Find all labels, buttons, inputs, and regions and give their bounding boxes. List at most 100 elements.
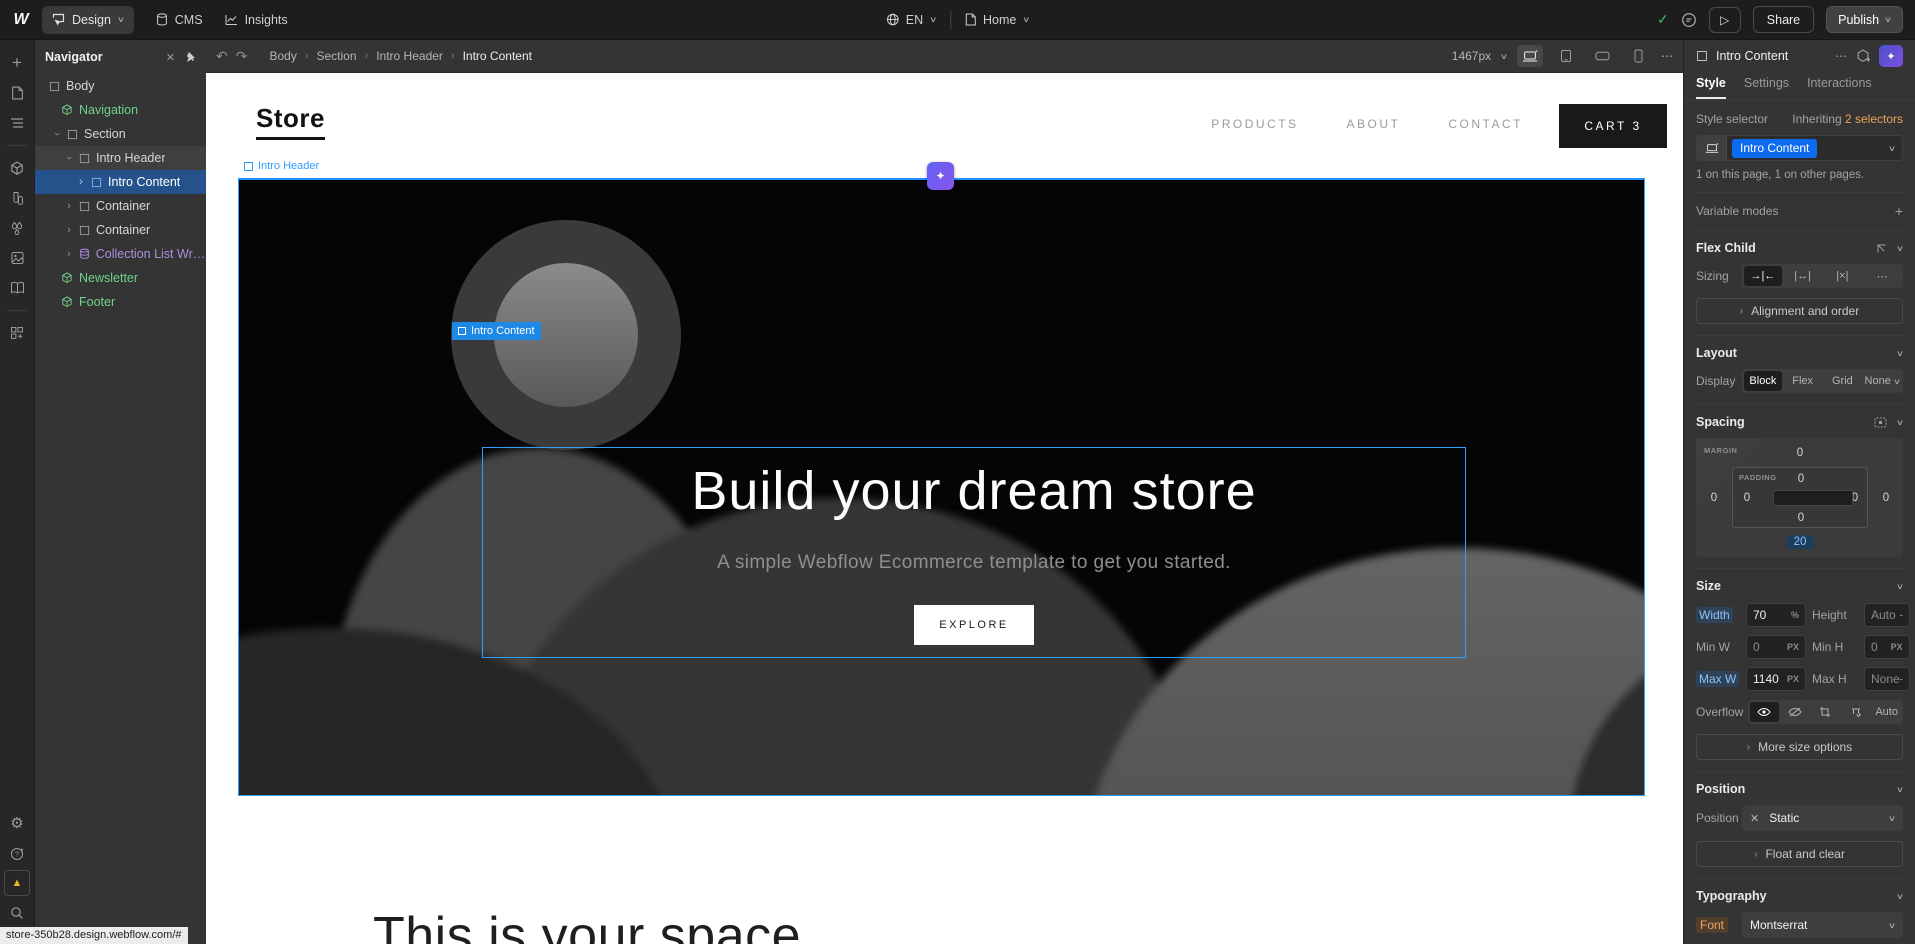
pin-icon[interactable] bbox=[185, 51, 196, 63]
add-elements-icon[interactable]: + bbox=[4, 50, 30, 76]
breadcrumb-body[interactable]: Body bbox=[269, 49, 296, 63]
cms-button[interactable]: CMS bbox=[156, 13, 203, 27]
layout-section-header[interactable]: Layout ∨ bbox=[1696, 346, 1903, 360]
page-selector[interactable]: Home ∨ bbox=[965, 13, 1029, 27]
width-input[interactable]: 70% bbox=[1746, 603, 1806, 627]
preview-button[interactable]: ▷ bbox=[1709, 7, 1741, 33]
navigator-item-intro-content[interactable]: › Intro Content bbox=[35, 170, 206, 194]
chevron-expanded-icon[interactable]: › bbox=[51, 130, 63, 138]
sizing-more-icon[interactable]: ⋯ bbox=[1863, 266, 1901, 286]
sizing-shrink-icon[interactable]: →|← bbox=[1744, 266, 1782, 286]
height-input[interactable]: Auto- bbox=[1864, 603, 1910, 627]
comments-icon[interactable] bbox=[1681, 12, 1697, 28]
overflow-clip-icon[interactable] bbox=[1842, 702, 1871, 722]
overflow-hidden-icon[interactable] bbox=[1781, 702, 1810, 722]
overflow-auto-option[interactable]: Auto bbox=[1872, 702, 1901, 722]
panel-more-icon[interactable]: ⋯ bbox=[1835, 49, 1847, 63]
navigator-item-collection-list[interactable]: › Collection List Wra... bbox=[35, 242, 206, 266]
navigator-item-section[interactable]: › Section bbox=[35, 122, 206, 146]
tab-style[interactable]: Style bbox=[1696, 76, 1726, 99]
assets-icon[interactable] bbox=[4, 245, 30, 271]
undo-icon[interactable]: ↶ bbox=[216, 48, 228, 65]
breakpoint-desktop-icon[interactable]: * bbox=[1517, 45, 1543, 67]
navigator-item-container[interactable]: › Container bbox=[35, 194, 206, 218]
audit-warning-icon[interactable]: ▲ bbox=[4, 870, 30, 896]
navigator-item-container[interactable]: › Container bbox=[35, 218, 206, 242]
alignment-and-order-button[interactable]: ›Alignment and order bbox=[1696, 298, 1903, 324]
breakpoint-phone-icon[interactable] bbox=[1625, 45, 1651, 67]
redo-icon[interactable]: ↷ bbox=[236, 48, 248, 65]
font-dropdown[interactable]: Montserrat ∨ bbox=[1742, 912, 1903, 938]
flex-child-section-header[interactable]: Flex Child ∨ bbox=[1696, 241, 1903, 255]
display-flex-option[interactable]: Flex bbox=[1784, 371, 1822, 391]
breakpoint-phone-landscape-icon[interactable] bbox=[1589, 45, 1615, 67]
more-size-options-button[interactable]: ›More size options bbox=[1696, 734, 1903, 760]
close-icon[interactable]: ✕ bbox=[166, 51, 175, 64]
ai-assistant-button[interactable]: ✦ bbox=[1879, 45, 1903, 67]
intro-header-overlay-label[interactable]: Intro Header bbox=[244, 160, 319, 172]
inherited-selectors-link[interactable]: 2 selectors bbox=[1845, 112, 1903, 126]
class-pill[interactable]: Intro Content bbox=[1732, 139, 1817, 158]
chevron-expanded-icon[interactable]: › bbox=[63, 154, 75, 162]
navigator-item-intro-header[interactable]: › Intro Header bbox=[35, 146, 206, 170]
display-grid-option[interactable]: Grid bbox=[1824, 371, 1862, 391]
insights-button[interactable]: Insights bbox=[225, 13, 288, 27]
site-logo[interactable]: Store bbox=[256, 103, 325, 140]
chevron-collapsed-icon[interactable]: › bbox=[65, 200, 73, 212]
spacing-diagram[interactable]: MARGIN 0 0 0 20 PADDING 0 0 0 0 bbox=[1696, 438, 1903, 557]
max-width-input[interactable]: 1140PX bbox=[1746, 667, 1806, 691]
tab-settings[interactable]: Settings bbox=[1744, 76, 1789, 99]
spacing-settings-icon[interactable] bbox=[1874, 417, 1887, 428]
canvas-more-icon[interactable]: ⋯ bbox=[1661, 49, 1673, 63]
design-mode-button[interactable]: Design ∨ bbox=[42, 6, 134, 34]
navigator-item-newsletter[interactable]: Newsletter bbox=[35, 266, 206, 290]
position-dropdown[interactable]: ✕ Static ∨ bbox=[1742, 805, 1903, 831]
navigator-icon[interactable] bbox=[4, 110, 30, 136]
search-icon[interactable] bbox=[4, 900, 30, 926]
add-variable-mode-icon[interactable]: + bbox=[1895, 203, 1903, 219]
intro-content-overlay-badge[interactable]: Intro Content bbox=[452, 322, 541, 340]
breadcrumb-section[interactable]: Section bbox=[317, 49, 357, 63]
viewport-width-value[interactable]: 1467px bbox=[1452, 49, 1491, 63]
components-icon[interactable] bbox=[4, 155, 30, 181]
create-component-icon[interactable] bbox=[1856, 49, 1870, 63]
hero-section[interactable]: Build your dream store A simple Webflow … bbox=[238, 178, 1645, 796]
navigator-item-footer[interactable]: Footer bbox=[35, 290, 206, 314]
apps-icon[interactable] bbox=[4, 320, 30, 346]
sizing-grow-icon[interactable]: |↔| bbox=[1784, 266, 1822, 286]
chevron-collapsed-icon[interactable]: › bbox=[77, 176, 85, 188]
nav-link-contact[interactable]: CONTACT bbox=[1448, 117, 1523, 131]
breadcrumb-intro-content[interactable]: Intro Content bbox=[463, 49, 532, 63]
padding-bottom-value[interactable]: 0 bbox=[1798, 512, 1804, 524]
language-selector[interactable]: EN ∨ bbox=[886, 13, 936, 27]
margin-bottom-value[interactable]: 20 bbox=[1787, 535, 1814, 549]
min-height-input[interactable]: 0PX bbox=[1864, 635, 1910, 659]
padding-left-value[interactable]: 0 bbox=[1744, 492, 1750, 504]
help-icon[interactable]: ? bbox=[4, 840, 30, 866]
breadcrumb-intro-header[interactable]: Intro Header bbox=[376, 49, 443, 63]
navigator-item-navigation[interactable]: Navigation bbox=[35, 98, 206, 122]
pages-icon[interactable] bbox=[4, 80, 30, 106]
max-height-input[interactable]: None- bbox=[1864, 667, 1910, 691]
nav-link-about[interactable]: ABOUT bbox=[1347, 117, 1401, 131]
navigator-item-body[interactable]: Body bbox=[35, 74, 206, 98]
margin-right-value[interactable]: 0 bbox=[1883, 492, 1889, 504]
spacing-section-header[interactable]: Spacing ∨ bbox=[1696, 415, 1903, 429]
tab-interactions[interactable]: Interactions bbox=[1807, 76, 1872, 99]
display-block-option[interactable]: Block bbox=[1744, 371, 1782, 391]
nav-link-products[interactable]: PRODUCTS bbox=[1211, 117, 1298, 131]
position-section-header[interactable]: Position ∨ bbox=[1696, 782, 1903, 796]
libraries-icon[interactable] bbox=[4, 275, 30, 301]
clear-icon[interactable]: ✕ bbox=[1750, 812, 1759, 825]
styles-icon[interactable] bbox=[4, 185, 30, 211]
webflow-logo[interactable]: W bbox=[0, 11, 42, 29]
size-section-header[interactable]: Size ∨ bbox=[1696, 579, 1903, 593]
variables-icon[interactable] bbox=[4, 215, 30, 241]
spacing-drag-handle[interactable]: ✦ bbox=[927, 162, 954, 190]
display-none-option[interactable]: None ∨ bbox=[1863, 371, 1901, 391]
typography-section-header[interactable]: Typography ∨ bbox=[1696, 889, 1903, 903]
padding-top-value[interactable]: 0 bbox=[1798, 473, 1804, 485]
sizing-fixed-icon[interactable]: |×| bbox=[1824, 266, 1862, 286]
intro-content-selection-box[interactable]: Build your dream store A simple Webflow … bbox=[482, 447, 1466, 658]
margin-top-value[interactable]: 0 bbox=[1797, 447, 1803, 459]
